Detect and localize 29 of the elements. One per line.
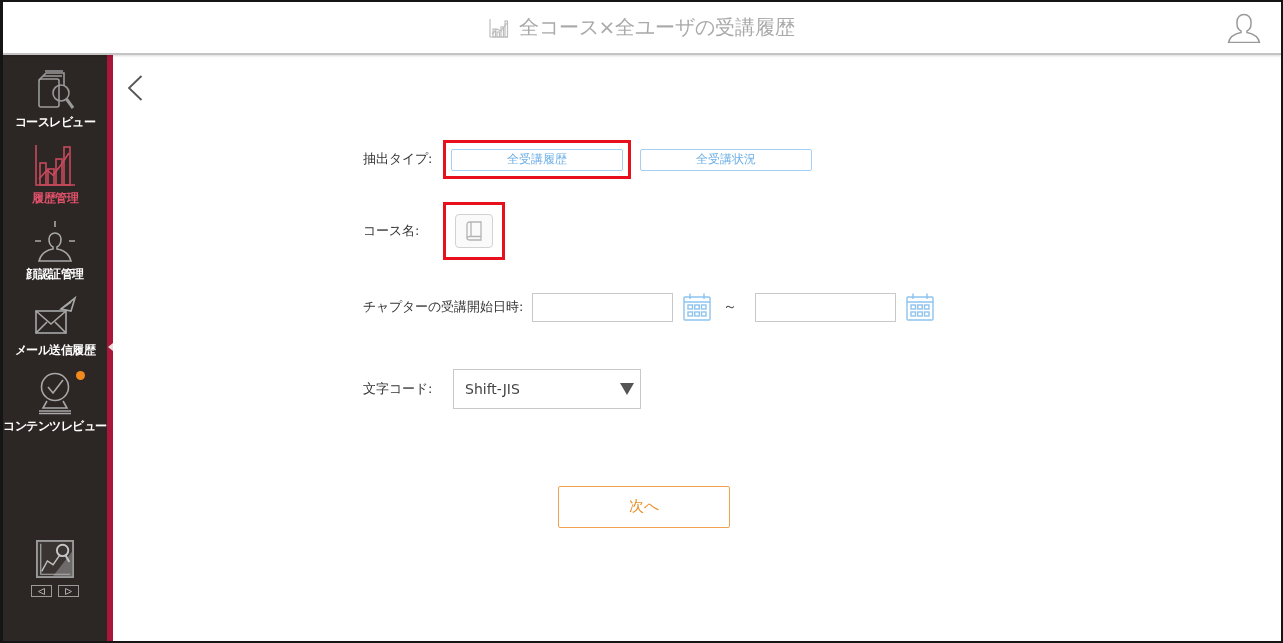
caret-icon [620, 382, 634, 395]
range-separator: ～ [723, 298, 737, 316]
date-input[interactable] [755, 292, 896, 322]
field-label: 文字コード: [363, 379, 434, 398]
encoding-select[interactable]: Shift-JIS [453, 368, 641, 409]
field-label: 抽出タイプ: [363, 150, 434, 169]
sidebar-item[interactable]: コンテンツレビュー [3, 371, 107, 434]
sidebar-item[interactable]: 履歴管理 [3, 143, 107, 206]
triangle-left-icon [38, 587, 45, 595]
calendar-icon[interactable] [906, 293, 934, 321]
book-icon [466, 220, 482, 241]
sidebar-item[interactable]: コースレビュー [3, 67, 107, 130]
sidebar-item[interactable]: メール送信履歴 [3, 295, 107, 358]
sidebar-item[interactable]: 顔認証管理 [3, 219, 107, 282]
course-picker-button[interactable] [455, 213, 493, 248]
person-icon [33, 219, 77, 263]
date-input[interactable] [532, 292, 673, 322]
chevron-left-icon[interactable] [127, 75, 143, 101]
field-label: チャプターの受講開始日時: [363, 298, 525, 316]
calendar-icon[interactable] [683, 293, 711, 321]
chart-icon [488, 17, 509, 38]
previous-button[interactable] [31, 585, 52, 597]
bar-chart-icon [33, 143, 77, 187]
next-page-button[interactable] [58, 585, 79, 597]
triangle-right-icon [65, 587, 72, 595]
chart-magnifier-icon[interactable] [36, 540, 74, 578]
window-title: 全コース×全ユーザの受講履歴 [518, 14, 796, 41]
field-label: コース名: [363, 221, 421, 240]
user-icon[interactable] [1227, 12, 1261, 43]
